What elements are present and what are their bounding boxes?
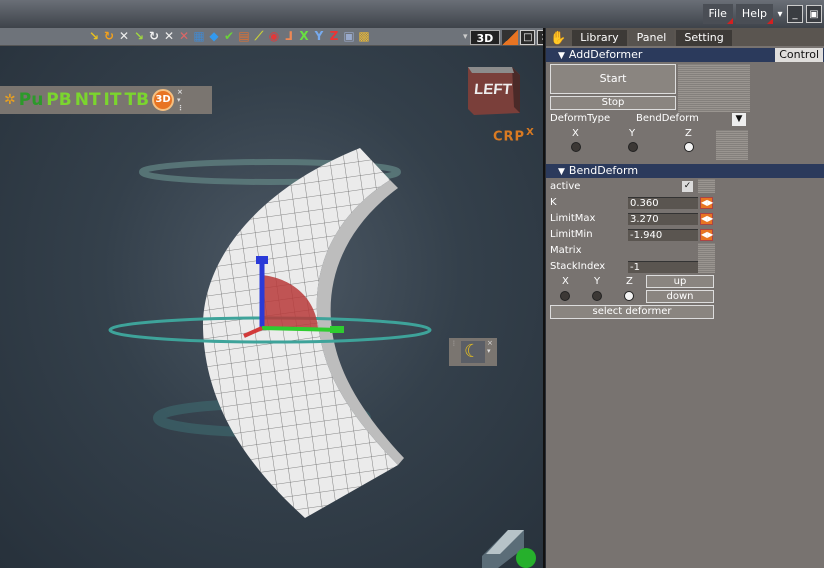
benddeform-header[interactable]: ▼ BendDeform xyxy=(546,164,824,178)
k-stepper-icon[interactable]: ◀▶ xyxy=(700,197,713,209)
limitmax-field[interactable]: 3.270 xyxy=(628,213,698,225)
stackindex-label: StackIndex xyxy=(550,261,606,272)
crp-label: CRPX xyxy=(493,127,535,144)
collapse-arrow-icon[interactable]: ▼ xyxy=(558,165,565,179)
app-window: File Help ▾ _ ▣ ↘ ↻ ✕ ↘ ↻ ✕ ✕ ▦ ◆ ✔ ▤ ⟋ … xyxy=(0,0,824,568)
tab-panel[interactable]: Panel xyxy=(628,30,675,46)
down-button[interactable]: down xyxy=(646,290,714,303)
benddeform-title: BendDeform xyxy=(568,164,639,177)
menu-bar: File Help ▾ _ ▣ xyxy=(702,4,822,24)
active-swatch xyxy=(698,179,715,193)
right-panel: ✋ Library Panel Setting ▼ AddDeformer Con… xyxy=(546,28,824,568)
file-menu[interactable]: File xyxy=(702,4,733,24)
minimize-icon[interactable]: _ xyxy=(787,5,803,23)
k-label: K xyxy=(550,197,557,208)
bend-axis-x-radio[interactable] xyxy=(560,291,570,301)
start-button[interactable]: Start xyxy=(550,64,676,94)
title-bar: File Help ▾ _ ▣ xyxy=(0,0,824,28)
dropdown-arrow-icon[interactable]: ▼ xyxy=(732,113,746,126)
add-axis-y-radio[interactable] xyxy=(628,142,638,152)
panel-tabs: ✋ Library Panel Setting xyxy=(546,28,824,46)
crp-text: CRP xyxy=(493,129,526,145)
add-axis-x-radio[interactable] xyxy=(571,142,581,152)
adddeformer-header[interactable]: ▼ AddDeformer Control xyxy=(546,48,824,62)
limitmax-label: LimitMax xyxy=(550,213,596,224)
limitmax-stepper-icon[interactable]: ◀▶ xyxy=(700,213,713,225)
deformtype-select[interactable]: BendDeform xyxy=(634,113,732,125)
limitmin-field[interactable]: -1.940 xyxy=(628,229,698,241)
bend-axis-x-label: X xyxy=(562,276,569,287)
control-button[interactable]: Control xyxy=(775,48,823,62)
corner-gizmo[interactable] xyxy=(480,528,538,568)
add-axis-z-label: Z xyxy=(685,128,692,139)
preview-swatch xyxy=(678,64,750,112)
matrix-swatch xyxy=(698,243,715,273)
tab-library[interactable]: Library xyxy=(572,30,627,46)
gizmo-y-handle[interactable] xyxy=(256,256,268,264)
stackindex-field[interactable]: -1 xyxy=(628,261,698,273)
stop-button[interactable]: Stop xyxy=(550,96,676,110)
restore-icon[interactable]: ▣ xyxy=(806,5,822,23)
add-axis-x-label: X xyxy=(572,128,579,139)
bend-axis-z-label: Z xyxy=(626,276,633,287)
mini-grip-icon[interactable]: ⋮ xyxy=(451,340,457,347)
bend-axis-y-label: Y xyxy=(594,276,601,287)
collapse-arrow-icon[interactable]: ▼ xyxy=(558,49,565,63)
gizmo-x-handle[interactable] xyxy=(330,326,344,333)
active-checkbox[interactable]: ✓ xyxy=(682,181,693,192)
axis-swatch xyxy=(716,130,748,160)
axis-x-label: X xyxy=(526,127,535,138)
adddeformer-title: AddDeformer xyxy=(568,48,643,61)
help-menu[interactable]: Help xyxy=(735,4,773,24)
mini-toolbar: ⋮ ☾ × ▾ xyxy=(449,338,497,366)
file-menu-label: File xyxy=(708,7,727,20)
bend-axis-z-radio[interactable] xyxy=(624,291,634,301)
viewcube-face-label: LEFT xyxy=(473,81,513,98)
limitmin-stepper-icon[interactable]: ◀▶ xyxy=(700,229,713,241)
up-button[interactable]: up xyxy=(646,275,714,288)
viewport-3d[interactable]: ↘ ↻ ✕ ↘ ↻ ✕ ✕ ▦ ◆ ✔ ▤ ⟋ ◉ ⅃ X Y Z ▣ ▩ ▾ … xyxy=(0,28,545,568)
banana-tool-icon[interactable]: ☾ xyxy=(464,341,480,362)
app-logo-icon: ✋ xyxy=(550,31,567,46)
limitmin-label: LimitMin xyxy=(550,229,593,240)
matrix-label: Matrix xyxy=(550,245,582,256)
add-axis-z-radio[interactable] xyxy=(684,142,694,152)
select-deformer-button[interactable]: select deformer xyxy=(550,305,714,319)
mini-close-icon[interactable]: × ▾ xyxy=(487,339,493,355)
active-label: active xyxy=(550,181,581,192)
dropdown-icon[interactable]: ▾ xyxy=(776,5,784,23)
k-field[interactable]: 0.360 xyxy=(628,197,698,209)
deformtype-label: DeformType xyxy=(550,113,611,124)
help-menu-label: Help xyxy=(741,7,767,20)
bend-axis-y-radio[interactable] xyxy=(592,291,602,301)
view-cube[interactable]: LEFT xyxy=(460,63,524,118)
add-axis-y-label: Y xyxy=(629,128,636,139)
tab-setting[interactable]: Setting xyxy=(676,30,732,46)
gizmo-x-axis xyxy=(261,326,341,332)
